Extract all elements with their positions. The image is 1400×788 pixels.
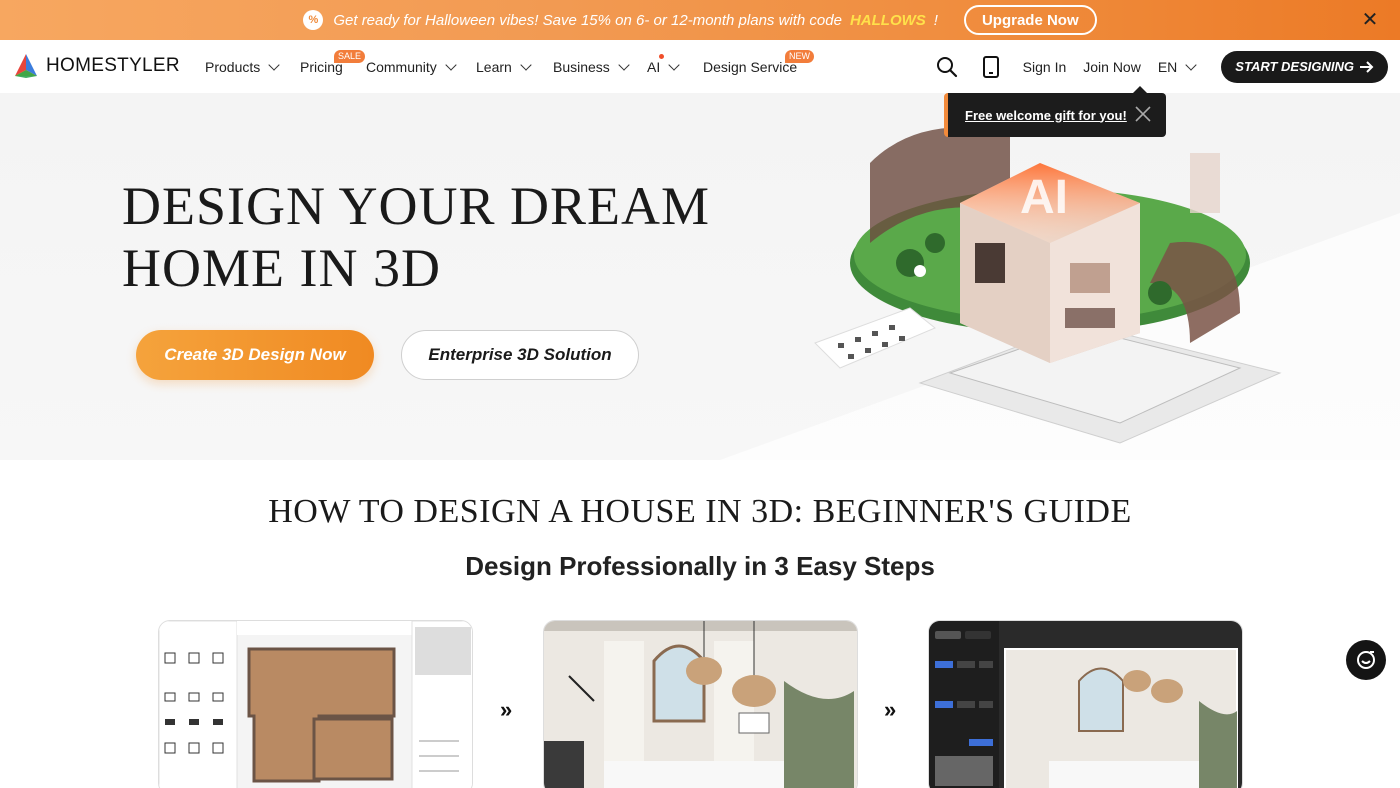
promo-content: % Get ready for Halloween vibes! Save 15… — [303, 5, 1097, 35]
nav-item-label: Products — [205, 58, 261, 75]
guide-title: HOW TO DESIGN A HOUSE IN 3D: BEGINNER'S … — [268, 493, 1132, 530]
welcome-gift-tooltip: Free welcome gift for you! — [944, 86, 1166, 137]
nav-item-business[interactable]: Business — [553, 40, 647, 93]
nav-item-design-service[interactable]: Design Service NEW — [703, 40, 814, 93]
promo-suffix: ! — [933, 11, 938, 29]
chevron-down-icon — [618, 58, 630, 71]
close-icon[interactable] — [1134, 105, 1152, 123]
notification-dot — [659, 54, 664, 59]
search-icon[interactable] — [935, 55, 959, 79]
language-selector[interactable]: EN — [1157, 58, 1197, 75]
nav-item-ai[interactable]: AI — [647, 40, 703, 93]
nav-item-pricing[interactable]: Pricing SALE — [300, 40, 366, 93]
chevron-down-icon — [268, 58, 280, 71]
arrow-right-icon — [1360, 60, 1374, 73]
promo-text: Get ready for Halloween vibes! Save 15% … — [333, 11, 842, 29]
homestyler-logo[interactable]: HOMESTYLER — [12, 52, 180, 80]
close-icon[interactable]: ✕ — [1360, 10, 1380, 30]
promo-code: HALLOWS — [849, 11, 926, 29]
sale-badge: SALE — [334, 50, 366, 63]
hero-title-line-1: DESIGN YOUR DREAM — [122, 176, 711, 236]
svg-text:AI: AI — [1020, 171, 1068, 224]
step-3-render-settings-image — [928, 620, 1243, 788]
logo-icon — [15, 54, 37, 78]
support-chat-button[interactable] — [1346, 640, 1386, 680]
brand-name: HOMESTYLER — [46, 55, 180, 76]
main-navigation: HOMESTYLER Products Pricing SALE Communi… — [0, 40, 1400, 93]
nav-item-learn[interactable]: Learn — [476, 40, 553, 93]
upgrade-now-button[interactable]: Upgrade Now — [963, 5, 1097, 35]
nav-item-label: Learn — [476, 58, 512, 75]
enterprise-solution-button[interactable]: Enterprise 3D Solution — [401, 330, 639, 380]
language-label: EN — [1157, 58, 1178, 75]
nav-item-label: Business — [553, 58, 610, 75]
sign-in-link[interactable]: Sign In — [1023, 59, 1067, 75]
hero-title: DESIGN YOUR DREAM HOME IN 3D — [122, 175, 710, 299]
chevron-down-icon — [1185, 58, 1197, 71]
hero-title-line-2: HOME IN 3D — [122, 238, 441, 298]
new-badge: NEW — [785, 50, 814, 63]
hero-3d-house-illustration: AI — [720, 127, 1400, 460]
step-1-floorplan-image — [158, 620, 473, 788]
mobile-app-icon[interactable] — [979, 55, 1003, 79]
nav-actions: Sign In Join Now EN START DESIGNING — [935, 40, 1388, 93]
nav-item-label: AI — [647, 58, 661, 75]
nav-item-label: Community — [366, 58, 437, 75]
chevron-down-icon — [668, 58, 680, 71]
nav-item-label: Design Service — [703, 58, 798, 75]
guide-subtitle: Design Professionally in 3 Easy Steps — [465, 551, 935, 581]
chevron-down-icon — [520, 58, 532, 71]
promo-banner: % Get ready for Halloween vibes! Save 15… — [0, 0, 1400, 40]
create-3d-design-button[interactable]: Create 3D Design Now — [136, 330, 374, 380]
next-step-arrow-icon: » — [884, 697, 897, 722]
percent-icon: % — [303, 10, 324, 30]
chat-icon — [1357, 651, 1375, 669]
step-2-room-render-image — [543, 620, 858, 788]
hero-section: DESIGN YOUR DREAM HOME IN 3D Create 3D D… — [0, 93, 1400, 460]
nav-item-community[interactable]: Community — [366, 40, 476, 93]
nav-menu: Products Pricing SALE Community Learn Bu… — [205, 40, 814, 93]
chevron-down-icon — [445, 58, 457, 71]
start-designing-button[interactable]: START DESIGNING — [1221, 50, 1388, 83]
next-step-arrow-icon: » — [500, 697, 513, 722]
nav-item-products[interactable]: Products — [205, 40, 300, 93]
welcome-gift-link[interactable]: Free welcome gift for you! — [965, 108, 1127, 123]
start-designing-label: START DESIGNING — [1235, 59, 1354, 74]
join-now-link[interactable]: Join Now — [1083, 59, 1141, 75]
